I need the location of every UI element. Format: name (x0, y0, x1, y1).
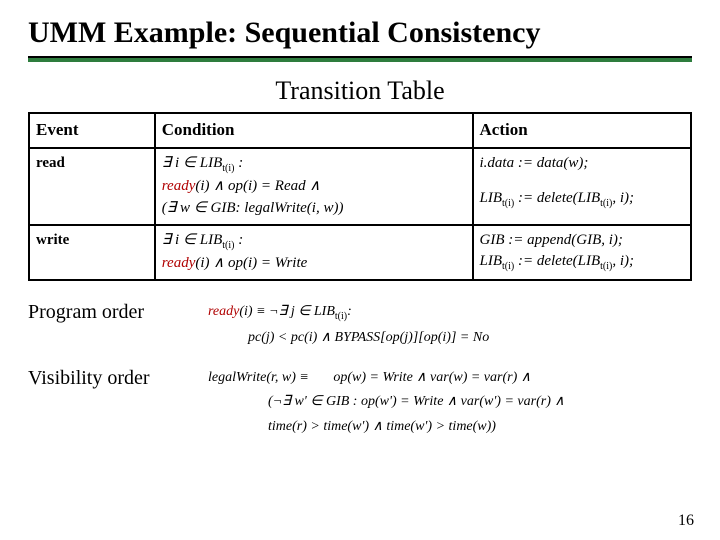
po-line1-tail: : (347, 304, 352, 319)
program-order-label: Program order (28, 301, 208, 324)
event-read: read (29, 148, 155, 225)
read-act2a: LIB (480, 190, 503, 206)
vo-line1-lhs: legalWrite(r, w) ≡ (208, 370, 309, 385)
write-act1: GIB := append(GIB, i); (480, 230, 684, 252)
transition-table: Event Condition Action read ∃ i ∈ LIBt(i… (28, 112, 692, 281)
header-action: Action (473, 113, 691, 148)
sub-tid: t(i) (502, 261, 514, 272)
page-number: 16 (678, 512, 694, 530)
table-row: read ∃ i ∈ LIBt(i) : ready(i) ∧ op(i) = … (29, 148, 691, 225)
read-cond1b: : (234, 155, 243, 171)
sub-tid: t(i) (600, 198, 612, 209)
sub-tid: t(i) (502, 198, 514, 209)
write-act2b: := delete(LIB (514, 253, 600, 269)
condition-write: ∃ i ∈ LIBt(i) : ready(i) ∧ op(i) = Write (155, 225, 473, 280)
subtitle: Transition Table (28, 76, 692, 106)
condition-read: ∃ i ∈ LIBt(i) : ready(i) ∧ op(i) = Read … (155, 148, 473, 225)
read-cond3: (∃ w ∈ GIB: legalWrite(i, w)) (162, 198, 466, 220)
ready-keyword: ready (162, 178, 196, 194)
table-header-row: Event Condition Action (29, 113, 691, 148)
title-underline (28, 56, 692, 62)
vo-line1-rhs: op(w) = Write ∧ var(w) = var(r) ∧ (333, 370, 531, 385)
read-act1: i.data := data(w); (480, 153, 684, 175)
definitions: Program order ready(i) ≡ ¬∃ j ∈ LIBt(i):… (28, 301, 692, 440)
action-read: i.data := data(w); LIBt(i) := delete(LIB… (473, 148, 691, 225)
po-line1: (i) ≡ ¬∃ j ∈ LIB (239, 304, 335, 319)
write-cond1a: ∃ i ∈ LIB (162, 232, 222, 248)
sub-tid: t(i) (222, 163, 234, 174)
read-cond1a: ∃ i ∈ LIB (162, 155, 222, 171)
read-cond2: (i) ∧ op(i) = Read ∧ (195, 178, 320, 194)
sub-tid: t(i) (600, 261, 612, 272)
read-act2b: := delete(LIB (514, 190, 600, 206)
header-event: Event (29, 113, 155, 148)
read-act2c: , i); (612, 190, 634, 206)
header-condition: Condition (155, 113, 473, 148)
sub-tid: t(i) (335, 311, 347, 322)
po-line2: pc(j) < pc(i) ∧ BYPASS[op(j)][op(i)] = N… (208, 327, 489, 349)
vo-line2: (¬∃ w' ∈ GIB : op(w') = Write ∧ var(w') … (208, 391, 565, 413)
slide-title: UMM Example: Sequential Consistency (28, 16, 692, 50)
event-write: write (29, 225, 155, 280)
ready-keyword: ready (162, 255, 196, 271)
action-write: GIB := append(GIB, i); LIBt(i) := delete… (473, 225, 691, 280)
visibility-order-def: Visibility order legalWrite(r, w) ≡ op(w… (28, 367, 692, 440)
write-act2c: , i); (612, 253, 634, 269)
visibility-order-label: Visibility order (28, 367, 208, 390)
write-act2a: LIB (480, 253, 503, 269)
sub-tid: t(i) (222, 240, 234, 251)
ready-keyword: ready (208, 304, 239, 319)
vo-line3: time(r) > time(w') ∧ time(w') > time(w)) (208, 416, 565, 438)
write-cond2: (i) ∧ op(i) = Write (195, 255, 307, 271)
table-row: write ∃ i ∈ LIBt(i) : ready(i) ∧ op(i) =… (29, 225, 691, 280)
program-order-def: Program order ready(i) ≡ ¬∃ j ∈ LIBt(i):… (28, 301, 692, 351)
write-cond1b: : (234, 232, 243, 248)
